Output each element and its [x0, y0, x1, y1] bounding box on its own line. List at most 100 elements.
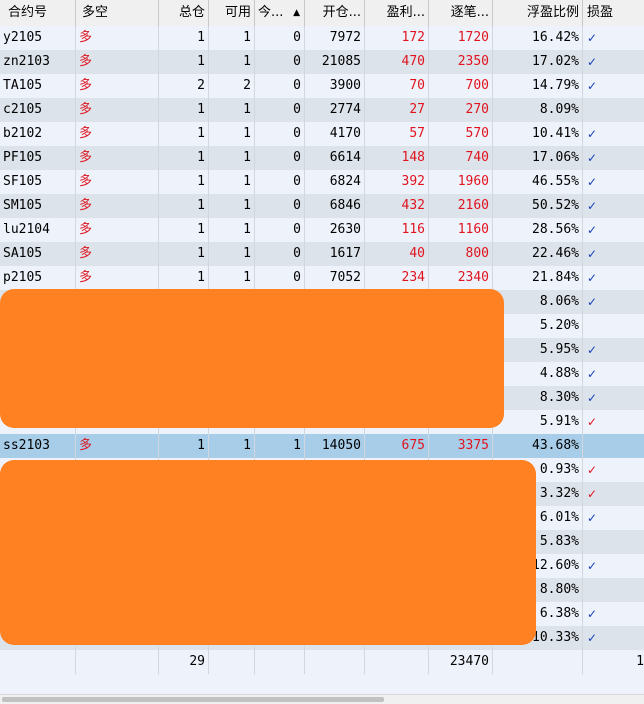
cell-profit: 116: [365, 218, 429, 242]
cell-open-price: 7052: [305, 266, 365, 290]
cell-available: 1: [209, 26, 255, 50]
cell-per-trade: 3375: [429, 434, 493, 458]
cell-float-ratio: 8.06%: [493, 290, 583, 314]
table-row[interactable]: lu2104 多 1 1 0 2630 116 1160 28.56% ✓: [0, 218, 644, 242]
table-row[interactable]: y2105 多 1 1 0 7972 172 1720 16.42% ✓: [0, 26, 644, 50]
col-contract[interactable]: 合约号: [0, 0, 76, 26]
cell-profit: 70: [365, 74, 429, 98]
totals-today: [255, 650, 305, 674]
cell-open-price: 3900: [305, 74, 365, 98]
col-direction[interactable]: 多空: [76, 0, 159, 26]
col-per-trade[interactable]: 逐笔...: [429, 0, 493, 26]
table-row[interactable]: PF105 多 1 1 0 6614 148 740 17.06% ✓: [0, 146, 644, 170]
cell-contract: p2105: [0, 266, 76, 290]
cell-available: 1: [209, 194, 255, 218]
table-row[interactable]: p2105 多 1 1 0 7052 234 2340 21.84% ✓: [0, 266, 644, 290]
cell-float-ratio: 16.42%: [493, 26, 583, 50]
cell-float-ratio: 14.79%: [493, 74, 583, 98]
cell-today: 0: [255, 50, 305, 74]
cell-open-price: 2774: [305, 98, 365, 122]
check-icon: ✓: [587, 295, 598, 309]
check-icon: ✓: [587, 271, 598, 285]
cell-direction: 多: [76, 50, 159, 74]
cell-available: 1: [209, 266, 255, 290]
table-row[interactable]: c2105 多 1 1 0 2774 27 270 8.09%: [0, 98, 644, 122]
cell-contract: b2102: [0, 122, 76, 146]
cell-direction: 多: [76, 194, 159, 218]
cell-float-ratio: 10.41%: [493, 122, 583, 146]
cell-available: 2: [209, 74, 255, 98]
cell-profit: 470: [365, 50, 429, 74]
cell-float-ratio: 17.06%: [493, 146, 583, 170]
col-float-ratio[interactable]: 浮盈比例: [493, 0, 583, 26]
cell-direction: 多: [76, 26, 159, 50]
cell-open-price: 6614: [305, 146, 365, 170]
col-today[interactable]: 今... ▲: [255, 0, 305, 26]
col-profit[interactable]: 盈利...: [365, 0, 429, 26]
table-row[interactable]: TA105 多 2 2 0 3900 70 700 14.79% ✓: [0, 74, 644, 98]
totals-available: [209, 650, 255, 674]
cell-float-ratio: 5.91%: [493, 410, 583, 434]
cell-open-price: 2630: [305, 218, 365, 242]
cell-profit: 148: [365, 146, 429, 170]
cell-open-price: 21085: [305, 50, 365, 74]
horizontal-scrollbar[interactable]: [0, 694, 644, 704]
redaction-block: [0, 289, 504, 428]
totals-contract: [0, 650, 76, 674]
table-row[interactable]: SM105 多 1 1 0 6846 432 2160 50.52% ✓: [0, 194, 644, 218]
cell-total: 1: [159, 434, 209, 458]
scrollbar-thumb[interactable]: [2, 697, 384, 702]
cell-today: 0: [255, 26, 305, 50]
totals-stop: 1: [636, 654, 644, 669]
col-today-label: 今...: [258, 5, 284, 20]
table-row[interactable]: b2102 多 1 1 0 4170 57 570 10.41% ✓: [0, 122, 644, 146]
cell-open-price: 6846: [305, 194, 365, 218]
cell-contract: SM105: [0, 194, 76, 218]
cell-total: 1: [159, 98, 209, 122]
cell-open-price: 6824: [305, 170, 365, 194]
cell-contract: SF105: [0, 170, 76, 194]
check-icon: ✓: [587, 175, 598, 189]
cell-open-price: 4170: [305, 122, 365, 146]
check-icon: ✓: [587, 631, 598, 645]
cell-total: 1: [159, 194, 209, 218]
cell-contract: SA105: [0, 242, 76, 266]
cell-contract: c2105: [0, 98, 76, 122]
col-total[interactable]: 总仓: [159, 0, 209, 26]
col-available[interactable]: 可用: [209, 0, 255, 26]
table-row[interactable]: SF105 多 1 1 0 6824 392 1960 46.55% ✓: [0, 170, 644, 194]
cell-today: 0: [255, 74, 305, 98]
cell-float-ratio: 28.56%: [493, 218, 583, 242]
cell-available: 1: [209, 98, 255, 122]
cell-float-ratio: 17.02%: [493, 50, 583, 74]
totals-per-trade: 23470: [429, 650, 493, 674]
col-stop[interactable]: 损盈: [583, 0, 644, 26]
cell-contract: zn2103: [0, 50, 76, 74]
check-icon: [583, 578, 644, 602]
table-row[interactable]: zn2103 多 1 1 0 21085 470 2350 17.02% ✓: [0, 50, 644, 74]
cell-profit: 432: [365, 194, 429, 218]
cell-today: 0: [255, 266, 305, 290]
check-icon: ✓: [587, 79, 598, 93]
cell-direction: 多: [76, 146, 159, 170]
cell-available: 1: [209, 434, 255, 458]
cell-direction: 多: [76, 242, 159, 266]
cell-total: 1: [159, 218, 209, 242]
cell-float-ratio: 5.95%: [493, 338, 583, 362]
cell-per-trade: 2160: [429, 194, 493, 218]
cell-per-trade: 740: [429, 146, 493, 170]
table-row[interactable]: ss2103 多 1 1 1 14050 675 3375 43.68%: [0, 434, 644, 458]
cell-direction: 多: [76, 266, 159, 290]
table-row[interactable]: SA105 多 1 1 0 1617 40 800 22.46% ✓: [0, 242, 644, 266]
totals-ratio: [493, 650, 583, 674]
check-icon: ✓: [587, 415, 598, 429]
check-icon: ✓: [587, 487, 598, 501]
col-open-price[interactable]: 开仓...: [305, 0, 365, 26]
cell-available: 1: [209, 242, 255, 266]
cell-total: 1: [159, 50, 209, 74]
check-icon: [583, 434, 644, 458]
cell-total: 1: [159, 26, 209, 50]
cell-total: 1: [159, 146, 209, 170]
cell-today: 0: [255, 146, 305, 170]
cell-open-price: 1617: [305, 242, 365, 266]
